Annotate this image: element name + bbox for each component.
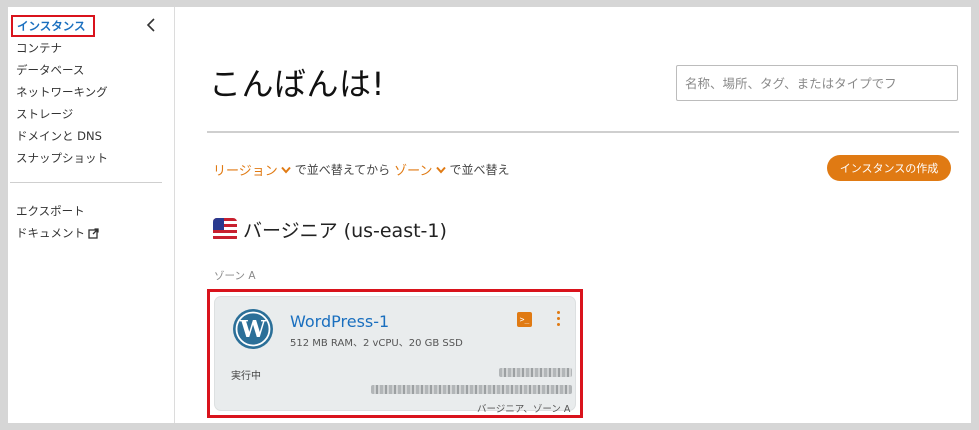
sidebar-item-label: ドキュメント [16, 226, 85, 240]
sidebar-item-containers[interactable]: コンテナ [16, 40, 62, 56]
instance-card[interactable]: W WordPress-1 512 MB RAM、2 vCPU、20 GB SS… [214, 296, 576, 415]
sort-end-text: で並べ替え [449, 163, 510, 177]
create-instance-button[interactable]: インスタンスの作成 [827, 155, 951, 181]
sidebar-item-databases[interactable]: データベース [16, 62, 84, 78]
sort-region-dropdown[interactable]: リージョン [213, 160, 291, 179]
external-link-icon [88, 228, 99, 242]
sort-region-label: リージョン [213, 164, 278, 179]
sort-zone-label: ゾーン [394, 164, 433, 179]
more-options-icon[interactable] [555, 311, 561, 328]
sort-controls: リージョン で並べ替えてから ゾーン で並べ替え [213, 160, 510, 179]
redacted-ip-address [499, 368, 572, 377]
region-header: バージニア (us-east-1) [213, 216, 447, 243]
sidebar-divider [10, 182, 162, 183]
instance-specs: 512 MB RAM、2 vCPU、20 GB SSD [290, 338, 463, 349]
wordpress-logo-icon: W [233, 309, 273, 349]
chevron-down-icon [281, 166, 291, 174]
terminal-icon[interactable]: >_ [517, 312, 532, 327]
sidebar-item-snapshots[interactable]: スナップショット [16, 150, 108, 166]
svg-text:W: W [239, 316, 267, 343]
zone-label: ゾーン A [214, 270, 256, 282]
sidebar-item-instances[interactable]: インスタンス [11, 15, 95, 37]
page-title: こんばんは! [209, 65, 385, 103]
sidebar-item-documentation[interactable]: ドキュメント [16, 225, 99, 242]
us-flag-icon [213, 217, 237, 242]
sidebar-item-domains-dns[interactable]: ドメインと DNS [16, 128, 102, 144]
sidebar: インスタンス コンテナ データベース ネットワーキング ストレージ ドメインと … [8, 7, 175, 423]
sidebar-item-storage[interactable]: ストレージ [16, 106, 73, 122]
sidebar-item-networking[interactable]: ネットワーキング [16, 84, 108, 100]
instance-location: バージニア、ゾーン A [477, 404, 571, 415]
chevron-left-icon[interactable] [145, 17, 159, 33]
chevron-down-icon [435, 166, 446, 174]
instance-name-link[interactable]: WordPress-1 [290, 312, 389, 331]
search-input[interactable] [676, 65, 958, 101]
sort-middle-text: で並べ替えてから [294, 163, 391, 177]
sort-zone-dropdown[interactable]: ゾーン [394, 160, 446, 179]
main-divider [207, 131, 959, 133]
app-frame: インスタンス コンテナ データベース ネットワーキング ストレージ ドメインと … [8, 7, 971, 423]
status-text: 実行中 [231, 371, 261, 382]
region-name: バージニア (us-east-1) [243, 220, 447, 242]
redacted-ipv6-address [371, 385, 572, 394]
sidebar-item-export[interactable]: エクスポート [16, 203, 85, 219]
